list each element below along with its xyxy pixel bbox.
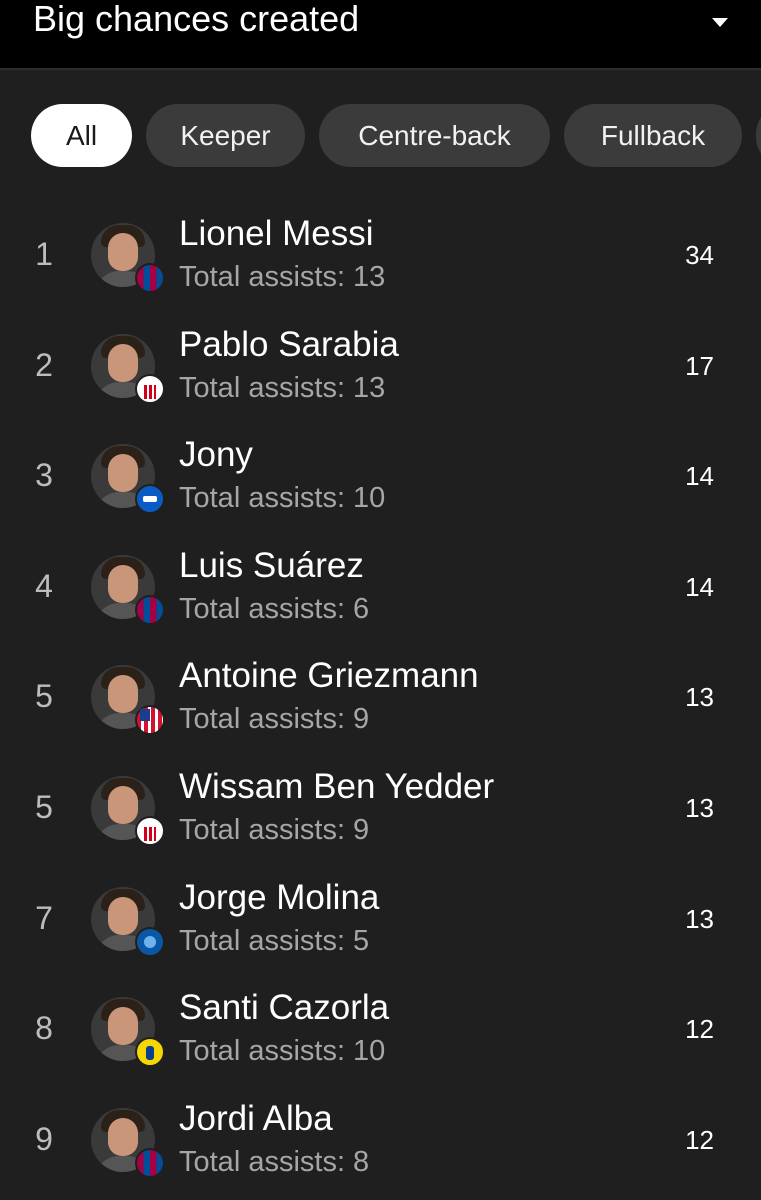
player-row[interactable]: 8 Santi Cazorla Total assists: 10 12 [0, 974, 761, 1085]
player-rank: 5 [35, 678, 53, 715]
player-row[interactable]: 5 Antoine Griezmann Total assists: 9 13 [0, 642, 761, 753]
player-stat-value: 12 [685, 1124, 714, 1155]
filter-chip-centre-back[interactable]: Centre-back [319, 104, 550, 167]
player-name: Luis Suárez [179, 545, 364, 585]
player-stat-value: 13 [685, 903, 714, 934]
player-total-assists: Total assists: 13 [179, 371, 386, 404]
player-stat-value: 34 [685, 240, 714, 270]
team-badge-icon [135, 263, 165, 293]
player-name: Santi Cazorla [179, 988, 390, 1028]
player-total-assists: Total assists: 13 [179, 261, 386, 293]
team-badge-icon [135, 1147, 165, 1178]
player-name: Jordi Alba [179, 1098, 333, 1138]
player-stat-value: 14 [685, 571, 714, 602]
player-total-assists: Total assists: 9 [179, 814, 370, 846]
player-name: Jony [179, 435, 253, 475]
player-rank: 8 [35, 1010, 53, 1047]
position-filter-bar: All Keeper Centre-back Fullback [0, 104, 761, 168]
player-stat-value: 13 [685, 793, 714, 823]
player-row[interactable]: 1 Lionel Messi Total assists: 13 34 [0, 200, 761, 311]
player-row[interactable]: 2 Pablo Sarabia Total assists: 13 17 [0, 311, 761, 422]
header-bar: Big chances created [0, 0, 761, 70]
player-rank: 5 [35, 789, 53, 825]
player-rank: 4 [35, 567, 53, 604]
player-rank: 9 [35, 1120, 53, 1157]
team-badge-icon [135, 1037, 165, 1068]
player-stat-value: 13 [685, 682, 714, 713]
player-row[interactable]: 9 Jordi Alba Total assists: 8 12 [0, 1085, 761, 1196]
player-total-assists: Total assists: 10 [179, 482, 386, 515]
player-stat-value: 12 [685, 1014, 714, 1045]
filter-chip-keeper[interactable]: Keeper [146, 104, 305, 167]
filter-chip-all[interactable]: All [31, 104, 132, 167]
player-row[interactable]: 3 Jony Total assists: 10 14 [0, 421, 761, 532]
filter-chip-fullback[interactable]: Fullback [564, 104, 742, 167]
player-name: Wissam Ben Yedder [179, 767, 495, 806]
player-stat-value: 14 [685, 461, 714, 492]
team-badge-icon [135, 373, 165, 404]
player-total-assists: Total assists: 9 [179, 703, 370, 736]
player-rank: 3 [35, 457, 53, 494]
team-badge-icon [135, 484, 165, 515]
team-badge-icon [135, 926, 165, 957]
stat-dropdown-title[interactable]: Big chances created [33, 0, 359, 41]
player-row[interactable]: 5 Wissam Ben Yedder Total assists: 9 13 [0, 753, 761, 864]
player-name: Pablo Sarabia [179, 324, 399, 364]
team-badge-icon [135, 816, 165, 846]
filter-chip-next[interactable] [756, 104, 761, 167]
player-total-assists: Total assists: 5 [179, 924, 370, 957]
player-name: Lionel Messi [179, 214, 374, 253]
player-rank: 7 [35, 899, 53, 936]
player-total-assists: Total assists: 6 [179, 592, 370, 625]
player-stat-value: 17 [685, 350, 714, 381]
player-name: Antoine Griezmann [179, 656, 479, 696]
player-total-assists: Total assists: 8 [179, 1145, 370, 1178]
player-rank: 1 [35, 236, 53, 272]
team-badge-icon [135, 594, 165, 625]
caret-down-icon[interactable] [712, 18, 728, 27]
player-row[interactable]: 7 Jorge Molina Total assists: 5 13 [0, 864, 761, 975]
player-name: Jorge Molina [179, 877, 380, 917]
player-total-assists: Total assists: 10 [179, 1035, 386, 1068]
team-badge-icon [135, 705, 165, 736]
player-rank: 2 [35, 346, 53, 383]
player-row[interactable]: 4 Luis Suárez Total assists: 6 14 [0, 532, 761, 643]
